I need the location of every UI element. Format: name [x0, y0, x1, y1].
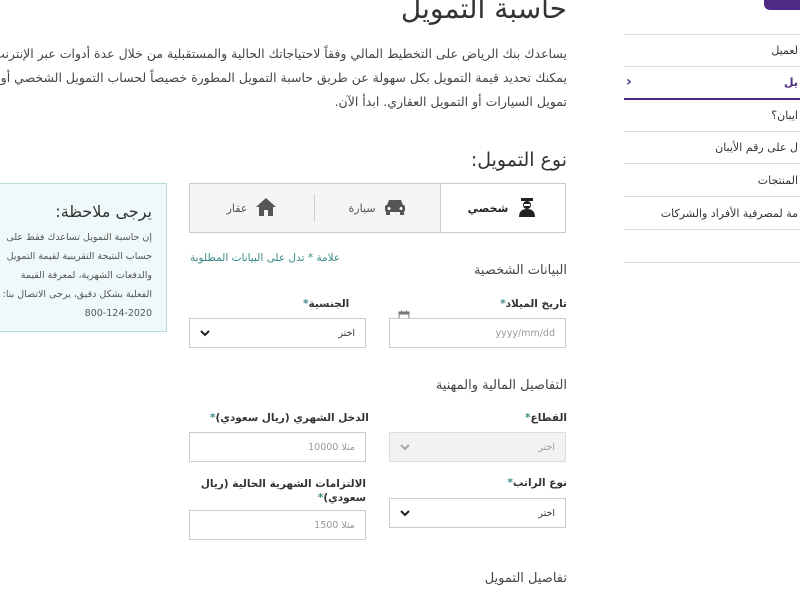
- required-fields-note: علامة * تدل على البيانات المطلوبة: [190, 252, 341, 264]
- sidebar-item-label: مة لمصرفية الأفراد والشركات: [660, 206, 798, 220]
- financing-type-tabs: شخصي سيارة عقار: [189, 183, 566, 233]
- note-title: يرجى ملاحظة:: [55, 202, 152, 221]
- birth-date-label: تاريخ الميلاد*: [500, 298, 567, 310]
- chevron-down-icon: [200, 327, 210, 340]
- monthly-obligations-label: الالتزامات الشهرية الحالية (ريال سعودي)*: [200, 478, 366, 504]
- birth-date-input[interactable]: yyyy/mm/dd: [389, 318, 566, 348]
- financing-type-heading: نوع التمويل:: [470, 149, 567, 171]
- sector-label: القطاع*: [525, 412, 567, 424]
- sidebar-item-label: ايبان؟: [771, 108, 798, 122]
- select-value: اختر: [538, 507, 555, 519]
- page-title: حاسبة التمويل: [400, 0, 567, 25]
- sidebar-item-label: ل على رقم الأيبان: [715, 140, 798, 154]
- sidebar-item-iban[interactable]: ايبان؟: [624, 99, 800, 132]
- sidebar-item-customer[interactable]: لعميل: [624, 34, 800, 67]
- select-value: اختر: [538, 441, 555, 453]
- salary-type-select[interactable]: اختر: [389, 498, 566, 528]
- nationality-label: الجنسية*: [303, 298, 350, 310]
- note-body: إن حاسبة التمويل تساعدك فقط على حساب الن…: [2, 232, 152, 319]
- sidebar-item-active[interactable]: يل ‹: [624, 66, 800, 100]
- tab-label: عقار: [226, 201, 248, 215]
- sidebar: لعميل يل ‹ ايبان؟ ل على رقم الأيبان المن…: [624, 0, 800, 600]
- select-value: اختر: [338, 327, 355, 339]
- chevron-left-icon: ‹: [626, 74, 632, 90]
- financial-section-heading: التفاصيل المالية والمهنية: [435, 378, 567, 393]
- chevron-down-icon: [400, 507, 410, 520]
- input-placeholder: yyyy/mm/dd: [495, 327, 555, 339]
- sidebar-top-button[interactable]: [764, 0, 800, 10]
- note-box: يرجى ملاحظة: إن حاسبة التمويل تساعدك فقط…: [0, 183, 167, 332]
- chevron-down-icon: [400, 441, 410, 454]
- tab-real-estate[interactable]: عقار: [189, 184, 315, 232]
- car-icon: [383, 198, 407, 219]
- intro-text: يساعدك بنك الرياض على التخطيط المالي وفق…: [0, 46, 567, 109]
- personal-section-heading: البيانات الشخصية: [473, 263, 567, 278]
- salary-type-label: نوع الراتب*: [507, 477, 567, 489]
- input-placeholder: مثلا 1500: [314, 519, 355, 531]
- sidebar-item-products[interactable]: المنتجات: [624, 164, 800, 197]
- financing-details-heading: تفاصيل التمويل: [484, 571, 567, 586]
- tab-label: سيارة: [348, 201, 376, 215]
- sidebar-item-label: يل: [784, 75, 798, 89]
- monthly-income-input[interactable]: مثلا 10000: [189, 432, 366, 462]
- sidebar-item-get-iban[interactable]: ل على رقم الأيبان: [624, 131, 800, 164]
- nationality-select[interactable]: اختر: [189, 318, 366, 348]
- sidebar-item-banking-list[interactable]: مة لمصرفية الأفراد والشركات: [624, 197, 800, 230]
- sidebar-item-label: المنتجات: [757, 173, 798, 187]
- tab-personal[interactable]: شخصي: [440, 184, 565, 232]
- person-icon: [516, 196, 538, 221]
- monthly-obligations-input[interactable]: مثلا 1500: [189, 510, 366, 540]
- input-placeholder: مثلا 10000: [308, 441, 355, 453]
- monthly-income-label: الدخل الشهري (ريال سعودي)*: [210, 412, 369, 424]
- sidebar-item-label: لعميل: [771, 43, 798, 57]
- home-icon: [255, 197, 277, 220]
- tab-label: شخصي: [467, 201, 509, 215]
- divider: [624, 262, 800, 263]
- sector-select[interactable]: اختر: [389, 432, 566, 462]
- tab-car[interactable]: سيارة: [316, 184, 440, 232]
